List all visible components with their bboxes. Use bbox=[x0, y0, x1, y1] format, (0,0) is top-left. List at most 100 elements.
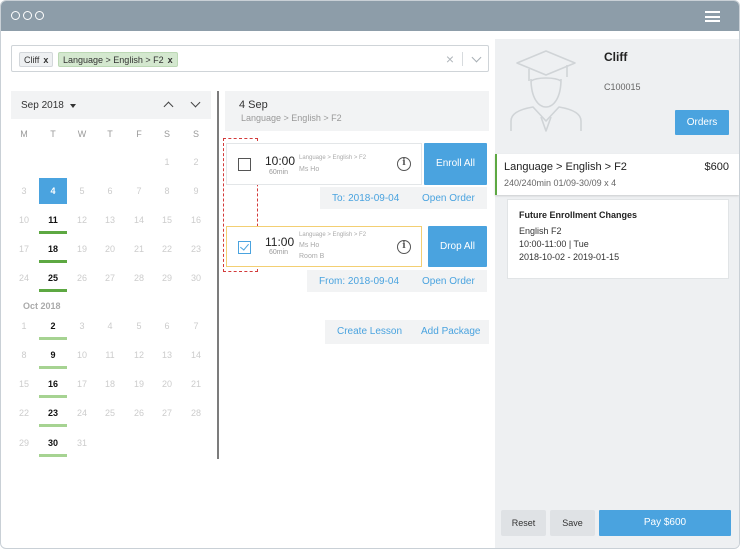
calendar-day[interactable]: 28 bbox=[182, 400, 210, 426]
window-dot-icon[interactable] bbox=[23, 11, 32, 20]
calendar-day-enrolled[interactable]: 23 bbox=[39, 400, 67, 427]
calendar-day[interactable]: 16 bbox=[182, 207, 210, 233]
calendar-day[interactable]: 27 bbox=[96, 265, 124, 291]
from-date-link[interactable]: From: 2018-09-04 bbox=[319, 276, 399, 287]
calendar-day[interactable]: 6 bbox=[96, 178, 124, 204]
calendar-day[interactable]: 14 bbox=[182, 342, 210, 368]
calendar-day[interactable]: 14 bbox=[125, 207, 153, 233]
calendar-day[interactable]: 9 bbox=[182, 178, 210, 204]
calendar-day[interactable]: 31 bbox=[68, 430, 96, 456]
calendar-day[interactable]: 1 bbox=[10, 313, 38, 339]
calendar-day[interactable]: 25 bbox=[96, 400, 124, 426]
calendar-day[interactable]: 13 bbox=[96, 207, 124, 233]
calendar-day[interactable]: 17 bbox=[68, 371, 96, 397]
calendar-day[interactable]: 5 bbox=[68, 178, 96, 204]
orders-button[interactable]: Orders bbox=[675, 110, 729, 135]
chip-remove-icon[interactable]: x bbox=[43, 55, 48, 65]
calendar-day[interactable]: 12 bbox=[68, 207, 96, 233]
calendar-day[interactable]: 27 bbox=[153, 400, 181, 426]
calendar-day[interactable]: 17 bbox=[10, 236, 38, 262]
reset-button[interactable]: Reset bbox=[501, 510, 546, 536]
calendar-day[interactable]: 18 bbox=[96, 371, 124, 397]
calendar-day[interactable]: 1 bbox=[153, 149, 181, 175]
calendar-day[interactable]: 24 bbox=[10, 265, 38, 291]
calendar-day[interactable]: 11 bbox=[96, 342, 124, 368]
package-card[interactable]: Language > English > F2 $600 240/240min … bbox=[495, 154, 739, 195]
calendar-day-enrolled[interactable]: 9 bbox=[39, 342, 67, 369]
calendar-day[interactable]: 22 bbox=[10, 400, 38, 426]
window-dot-icon[interactable] bbox=[11, 11, 20, 20]
calendar-day[interactable]: 8 bbox=[10, 342, 38, 368]
calendar-day[interactable]: 22 bbox=[153, 236, 181, 262]
calendar-day[interactable]: 15 bbox=[10, 371, 38, 397]
lesson-checkbox-checked[interactable] bbox=[238, 241, 251, 254]
window-dot-icon[interactable] bbox=[35, 11, 44, 20]
calendar-day[interactable]: 2 bbox=[182, 149, 210, 175]
calendar-day[interactable]: 7 bbox=[182, 313, 210, 339]
lesson-teacher: Ms Ho bbox=[299, 166, 320, 173]
calendar-day[interactable]: 7 bbox=[125, 178, 153, 204]
calendar-day-enrolled[interactable]: 18 bbox=[39, 236, 67, 263]
schedule-actions: Create Lesson Add Package bbox=[325, 320, 489, 344]
calendar-day[interactable]: 19 bbox=[125, 371, 153, 397]
calendar-day[interactable]: 10 bbox=[10, 207, 38, 233]
calendar-day[interactable]: 20 bbox=[153, 371, 181, 397]
calendar-day[interactable]: 21 bbox=[125, 236, 153, 262]
calendar-day[interactable]: 10 bbox=[68, 342, 96, 368]
calendar-day-enrolled[interactable]: 2 bbox=[39, 313, 67, 340]
calendar-day[interactable]: 13 bbox=[153, 342, 181, 368]
to-date-link[interactable]: To: 2018-09-04 bbox=[332, 193, 399, 204]
calendar-day[interactable]: 8 bbox=[153, 178, 181, 204]
calendar-day[interactable]: 29 bbox=[153, 265, 181, 291]
calendar-day[interactable]: 23 bbox=[182, 236, 210, 262]
calendar-day[interactable]: 12 bbox=[125, 342, 153, 368]
calendar-day[interactable]: 6 bbox=[153, 313, 181, 339]
calendar-day[interactable]: 3 bbox=[68, 313, 96, 339]
lesson-card[interactable]: 10:00 60min Language > English > F2 Ms H… bbox=[226, 143, 422, 185]
calendar-day[interactable]: 3 bbox=[10, 178, 38, 204]
future-enrollment-card: Future Enrollment Changes English F2 10:… bbox=[507, 199, 729, 279]
chevron-down-icon[interactable] bbox=[190, 97, 201, 108]
save-button[interactable]: Save bbox=[550, 510, 595, 536]
chip-remove-icon[interactable]: x bbox=[168, 55, 173, 65]
drop-all-button[interactable]: Drop All bbox=[428, 226, 487, 267]
open-order-link[interactable]: Open Order bbox=[422, 193, 475, 204]
calendar-day[interactable]: 26 bbox=[125, 400, 153, 426]
add-package-link[interactable]: Add Package bbox=[421, 326, 481, 337]
calendar-day[interactable]: 21 bbox=[182, 371, 210, 397]
calendar-day-selected[interactable]: 4 bbox=[39, 178, 67, 204]
calendar-day[interactable]: 30 bbox=[182, 265, 210, 291]
month-selector[interactable]: Sep 2018 bbox=[21, 100, 64, 111]
lesson-course: Language > English > F2 bbox=[299, 155, 367, 161]
create-lesson-link[interactable]: Create Lesson bbox=[337, 326, 402, 337]
calendar-day-enrolled[interactable]: 11 bbox=[39, 207, 67, 234]
chevron-down-icon[interactable] bbox=[471, 52, 482, 63]
calendar-day[interactable]: 20 bbox=[96, 236, 124, 262]
calendar-day[interactable]: 24 bbox=[68, 400, 96, 426]
calendar-day-enrolled[interactable]: 30 bbox=[39, 430, 67, 457]
pay-button[interactable]: Pay $600 bbox=[599, 510, 731, 536]
open-order-link[interactable]: Open Order bbox=[422, 276, 475, 287]
hamburger-icon[interactable] bbox=[705, 11, 720, 22]
chevron-up-icon[interactable] bbox=[163, 101, 174, 112]
calendar-day[interactable]: 15 bbox=[153, 207, 181, 233]
chip-label: Cliff bbox=[24, 55, 40, 65]
calendar-day[interactable]: 26 bbox=[68, 265, 96, 291]
calendar-day[interactable]: 5 bbox=[125, 313, 153, 339]
student-name: Cliff bbox=[604, 50, 628, 64]
lesson-checkbox[interactable] bbox=[238, 158, 251, 171]
calendar-day[interactable]: 28 bbox=[125, 265, 153, 291]
calendar-day[interactable]: 29 bbox=[10, 430, 38, 456]
day-title: 4 Sep bbox=[239, 99, 268, 111]
clear-icon[interactable]: × bbox=[446, 51, 454, 67]
calendar-day-enrolled[interactable]: 16 bbox=[39, 371, 67, 398]
calendar-day[interactable]: 19 bbox=[68, 236, 96, 262]
filter-search-bar[interactable]: Cliff x Language > English > F2 x × bbox=[11, 45, 489, 72]
info-icon[interactable]: i bbox=[397, 240, 411, 254]
enroll-all-button[interactable]: Enroll All bbox=[424, 143, 487, 185]
info-icon[interactable]: i bbox=[397, 157, 411, 171]
lesson-card-selected[interactable]: 11:00 60min Language > English > F2 Ms H… bbox=[226, 226, 422, 267]
calendar-day-enrolled[interactable]: 25 bbox=[39, 265, 67, 292]
calendar-day[interactable]: 4 bbox=[96, 313, 124, 339]
caret-down-icon[interactable] bbox=[70, 104, 76, 108]
